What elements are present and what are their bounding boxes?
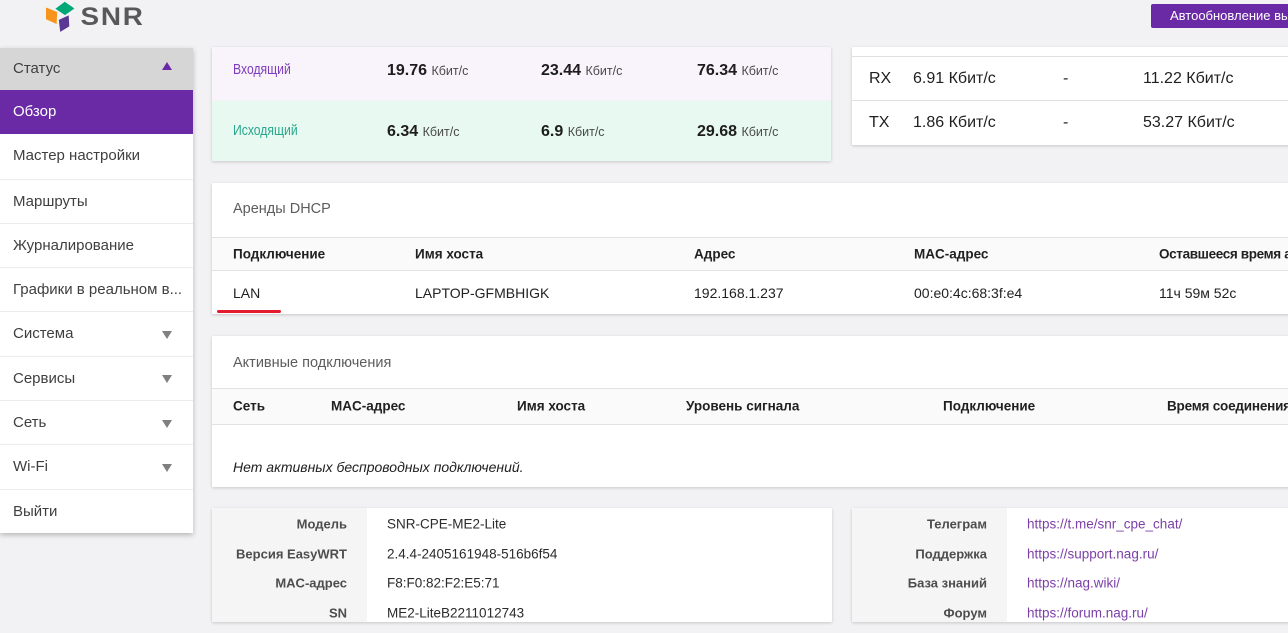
svg-text:SNR: SNR	[81, 2, 145, 30]
